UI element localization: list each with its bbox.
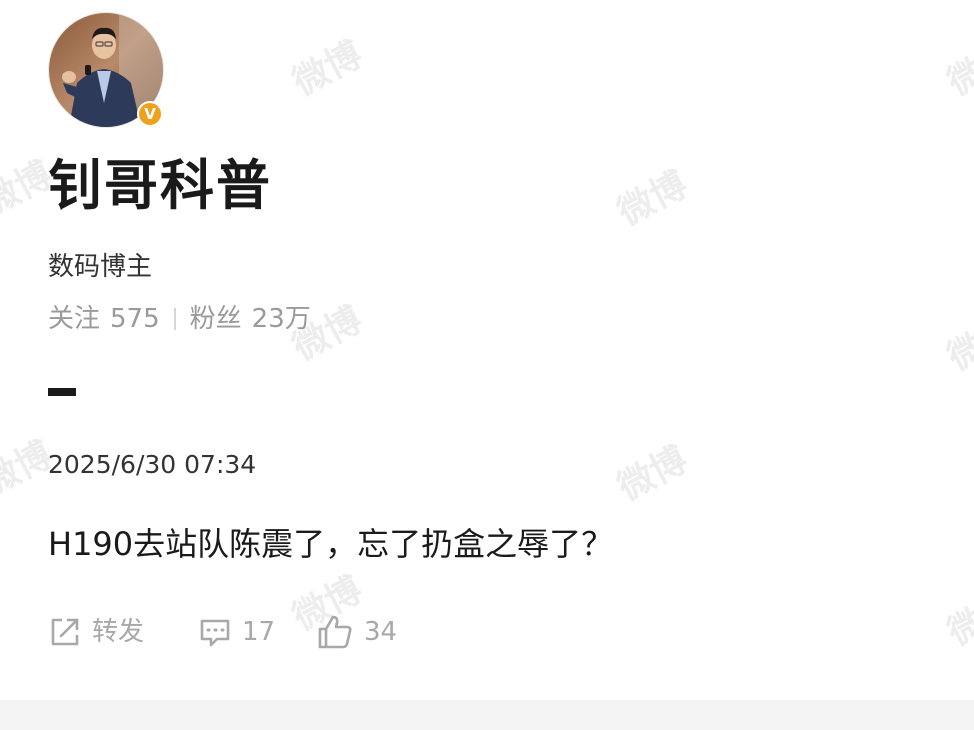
- share-icon: [51, 618, 79, 646]
- user-name[interactable]: 钊哥科普: [48, 150, 272, 222]
- weibo-post-card: 微博 微博 微博 微博 微博 微博 微博 微博 微博 微博 V 钊哥科普 数码博…: [0, 0, 974, 730]
- forward-label: 转发: [92, 617, 145, 647]
- watermark: 微博: [611, 439, 695, 510]
- watermark: 微博: [941, 34, 974, 105]
- verified-badge-icon: V: [137, 101, 163, 127]
- watermark: 微博: [611, 164, 695, 235]
- watermark: 微博: [941, 584, 974, 655]
- followers-label[interactable]: 粉丝: [190, 302, 242, 336]
- user-category: 数码博主: [48, 252, 153, 282]
- follow-stats: 关注 575 粉丝 23万: [48, 302, 311, 336]
- following-count[interactable]: 575: [110, 302, 160, 336]
- like-count: 34: [364, 617, 398, 647]
- forward-button[interactable]: 转发: [48, 615, 198, 649]
- comment-icon: [200, 619, 230, 647]
- watermark: 微博: [286, 34, 370, 105]
- bottom-divider-bar: [0, 700, 974, 730]
- post-text: H190去站队陈震了，忘了扔盒之辱了？: [48, 525, 614, 563]
- post-timestamp: 2025/6/30 07:34: [48, 450, 257, 479]
- action-bar: 转发 17 34: [48, 612, 397, 652]
- like-button[interactable]: 34: [316, 613, 397, 651]
- following-label[interactable]: 关注: [48, 302, 100, 336]
- followers-count[interactable]: 23万: [252, 302, 311, 336]
- comment-button[interactable]: 17: [198, 615, 316, 649]
- thumbs-up-icon: [318, 615, 352, 649]
- avatar-container[interactable]: V: [48, 12, 164, 128]
- stats-divider: [173, 308, 176, 330]
- comment-count: 17: [242, 617, 276, 647]
- section-dash: [48, 388, 76, 396]
- watermark: 微博: [941, 309, 974, 380]
